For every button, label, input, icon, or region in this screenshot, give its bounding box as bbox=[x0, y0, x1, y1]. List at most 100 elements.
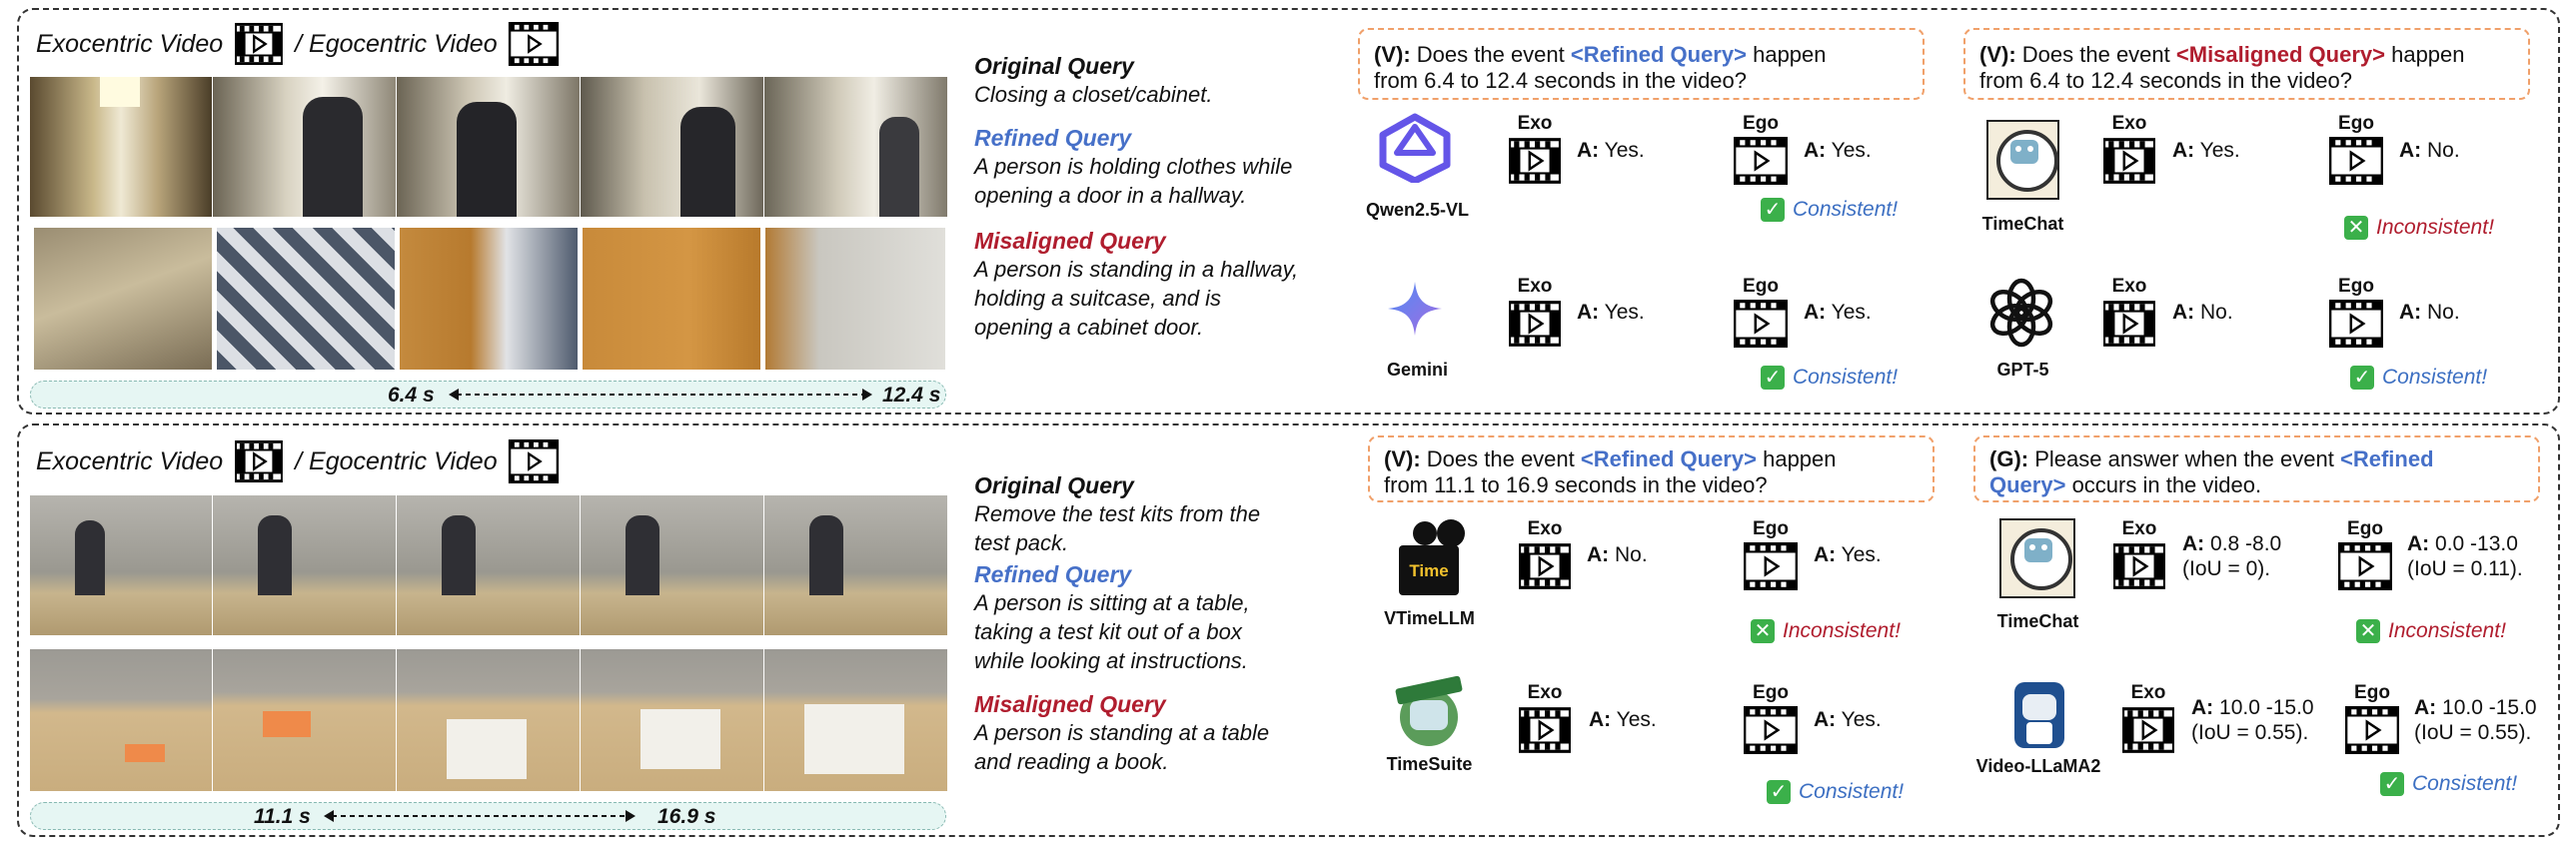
original-query-line: Remove the test kits from the bbox=[974, 501, 1261, 526]
answer-iou: (IoU = 0.11). bbox=[2407, 557, 2523, 580]
ego-video-icon bbox=[2345, 706, 2399, 754]
question-box: (V): Does the event <Misaligned Query> h… bbox=[1963, 28, 2530, 100]
refined-query-line: A person is sitting at a table, bbox=[974, 590, 1250, 615]
answer-prefix: A: bbox=[1587, 543, 1610, 566]
refined-query-line: A person is holding clothes while bbox=[974, 154, 1293, 179]
misaligned-query-line: A person is standing in a hallway, bbox=[974, 257, 1299, 282]
original-query-title: Original Query bbox=[974, 53, 1134, 79]
exo-video-icon bbox=[1508, 300, 1562, 348]
verdict-text: Consistent! bbox=[2382, 366, 2488, 389]
exo-label: Exo bbox=[1517, 113, 1553, 134]
refined-query-title: Refined Query bbox=[974, 561, 1132, 587]
ego-frame bbox=[397, 649, 580, 791]
exo-label: Exo bbox=[1517, 276, 1553, 297]
gemini-logo bbox=[1388, 282, 1442, 336]
exo-video-icon bbox=[2121, 706, 2175, 754]
answer-value: No. bbox=[1615, 543, 1648, 566]
timechat-logo bbox=[1986, 120, 2059, 200]
model-name: Gemini bbox=[1386, 360, 1448, 380]
inconsistent-verdict: ✕ Inconsistent! bbox=[2356, 619, 2506, 643]
refined-query-tag: <Refined Query> bbox=[1570, 42, 1747, 67]
vtimellm-logo-text: Time bbox=[1409, 561, 1449, 580]
answer-prefix: A: bbox=[2399, 301, 2422, 324]
exo-video-icon bbox=[1518, 542, 1572, 590]
exo-frame bbox=[397, 495, 580, 635]
ego-frame bbox=[400, 228, 578, 370]
cross-mark-icon: ✕ bbox=[1751, 619, 1775, 643]
answer-prefix: A: bbox=[1589, 708, 1612, 731]
answer-prefix: A: bbox=[2407, 532, 2430, 555]
exo-frame bbox=[397, 77, 580, 217]
exo-label: Exo bbox=[2130, 682, 2166, 703]
exo-answer: A: No. bbox=[1587, 542, 1648, 567]
misaligned-query-title: Misaligned Query bbox=[974, 691, 1166, 717]
ego-answer: A: 10.0 -15.0 (IoU = 0.55). bbox=[2414, 695, 2537, 745]
ego-answer: A: No. bbox=[2399, 300, 2460, 325]
ego-answer: A: 0.0 -13.0 (IoU = 0.11). bbox=[2407, 531, 2523, 581]
egocentric-label: / Egocentric Video bbox=[295, 29, 498, 58]
question-prefix: (V): bbox=[1979, 42, 2016, 67]
question-text: Does the event bbox=[1426, 446, 1575, 471]
answer-value: Yes. bbox=[1604, 301, 1645, 324]
exo-label: Exo bbox=[2121, 518, 2157, 539]
refined-query-line: opening a door in a hallway. bbox=[974, 183, 1247, 208]
misaligned-query-tag: <Misaligned Query> bbox=[2175, 42, 2385, 67]
question-prefix: (V): bbox=[1374, 42, 1411, 67]
question-prefix: (V): bbox=[1384, 446, 1421, 471]
exo-frame bbox=[581, 77, 763, 217]
ego-answer: A: Yes. bbox=[1804, 138, 1872, 163]
question-text: Does the event bbox=[2021, 42, 2170, 67]
model-name: Video-LLaMA2 bbox=[1975, 756, 2101, 776]
question-box: (G): Please answer when the event <Refin… bbox=[1973, 435, 2540, 502]
question-box: (V): Does the event <Refined Query> happ… bbox=[1358, 28, 1925, 100]
ego-answer: A: Yes. bbox=[1814, 707, 1882, 732]
consistent-verdict: ✓ Consistent! bbox=[1767, 780, 1904, 804]
answer-prefix: A: bbox=[1577, 139, 1600, 162]
refined-query-title: Refined Query bbox=[974, 125, 1132, 151]
exo-frame bbox=[213, 77, 396, 217]
answer-value: Yes. bbox=[1604, 139, 1645, 162]
ego-label: Ego bbox=[1743, 113, 1779, 134]
exo-video-icon bbox=[2112, 542, 2166, 590]
check-mark-icon: ✓ bbox=[2380, 772, 2404, 796]
ego-frame bbox=[34, 228, 212, 370]
ego-label: Ego bbox=[2347, 518, 2383, 539]
qwen-logo bbox=[1379, 113, 1451, 183]
consistent-verdict: ✓ Consistent! bbox=[2380, 772, 2517, 796]
ego-frame bbox=[30, 649, 212, 791]
exo-video-icon bbox=[1518, 706, 1572, 754]
exocentric-label: Exocentric Video bbox=[36, 29, 224, 58]
answer-value: 0.8 -8.0 bbox=[2210, 532, 2282, 555]
exo-video-icon bbox=[2102, 137, 2156, 185]
answer-value: Yes. bbox=[1841, 708, 1882, 731]
ego-label: Ego bbox=[1743, 276, 1779, 297]
answer-value: 0.0 -13.0 bbox=[2435, 532, 2518, 555]
question-text: from 6.4 to 12.4 seconds in the video? bbox=[1979, 68, 2353, 93]
ego-video-icon bbox=[1734, 137, 1788, 185]
videollama-logo bbox=[2008, 682, 2070, 750]
check-mark-icon: ✓ bbox=[1767, 780, 1791, 804]
query-list: Original Query Closing a closet/cabinet.… bbox=[974, 53, 1334, 342]
ego-video-icon bbox=[508, 439, 560, 483]
answer-value: No. bbox=[2427, 139, 2460, 162]
misaligned-query-line: opening a cabinet door. bbox=[974, 315, 1204, 340]
time-span-arrow bbox=[324, 810, 636, 822]
ego-video-icon bbox=[1744, 542, 1798, 590]
check-mark-icon: ✓ bbox=[1761, 198, 1785, 222]
model-name: TimeChat bbox=[1981, 214, 2064, 234]
ego-frame bbox=[581, 649, 763, 791]
misaligned-query-line: A person is standing at a table bbox=[974, 720, 1270, 745]
ego-frame bbox=[764, 649, 947, 791]
question-text: Please answer when the event bbox=[2034, 446, 2334, 471]
refined-query-tag: <Refined bbox=[2339, 446, 2434, 471]
refined-query-tag: Query> bbox=[1989, 472, 2066, 497]
time-span-arrow bbox=[449, 389, 872, 401]
exo-frame bbox=[764, 77, 947, 217]
refined-query-tag: <Refined Query> bbox=[1580, 446, 1757, 471]
ego-frame bbox=[583, 228, 760, 370]
video-header: Exocentric Video / Egocentric Video bbox=[36, 439, 570, 483]
ego-answer: A: Yes. bbox=[1814, 542, 1882, 567]
egocentric-label: / Egocentric Video bbox=[295, 446, 498, 475]
question-text: happen bbox=[2391, 42, 2465, 67]
consistent-verdict: ✓ Consistent! bbox=[2350, 366, 2487, 390]
